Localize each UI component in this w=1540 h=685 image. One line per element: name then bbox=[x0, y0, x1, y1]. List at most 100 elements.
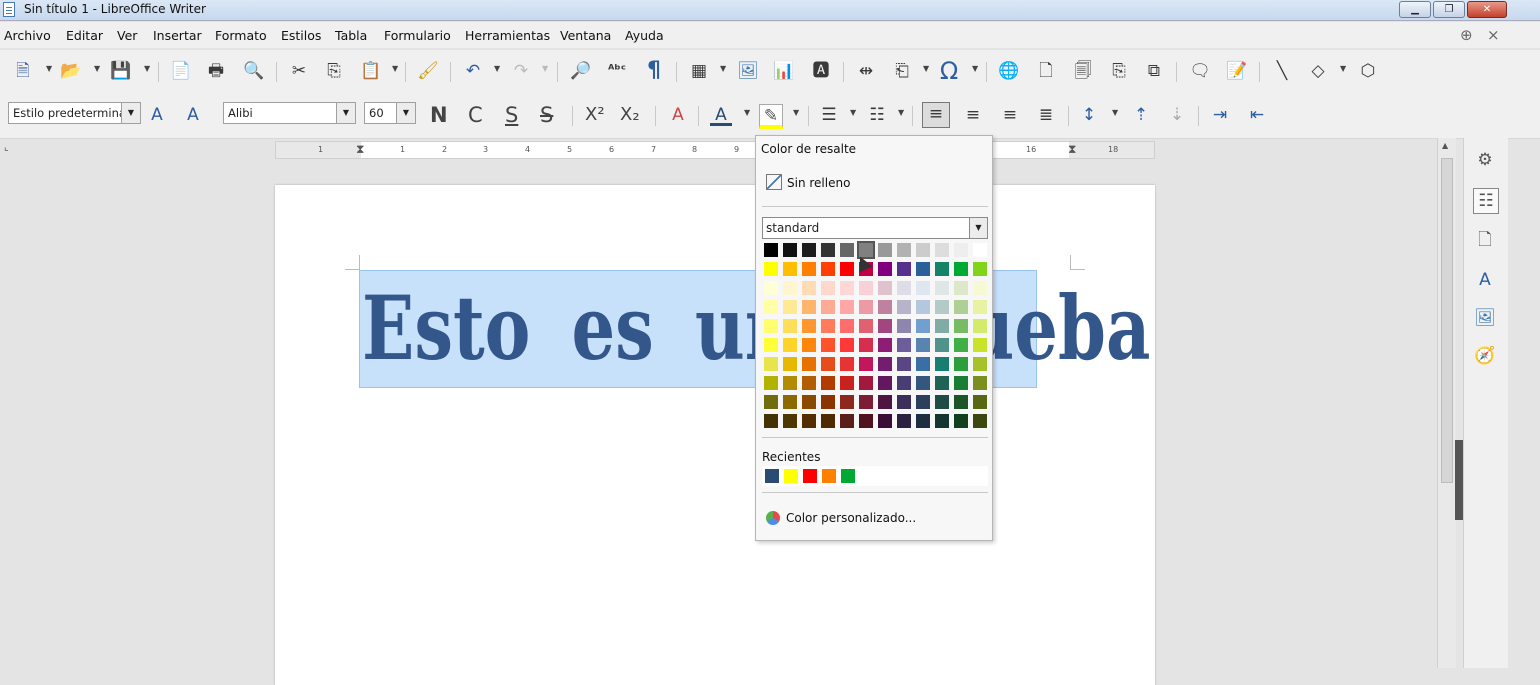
color-swatch[interactable] bbox=[878, 262, 892, 276]
color-swatch[interactable] bbox=[783, 300, 797, 314]
recent-color-swatch[interactable] bbox=[784, 469, 798, 483]
highlight-color-icon[interactable]: ✎ bbox=[759, 104, 783, 129]
color-swatch[interactable] bbox=[802, 414, 816, 428]
chevron-down-icon[interactable]: ▼ bbox=[850, 108, 856, 117]
color-swatch[interactable] bbox=[916, 300, 930, 314]
indent-marker-icon[interactable]: ⧗ bbox=[356, 142, 364, 157]
scrollbar-thumb[interactable] bbox=[1441, 158, 1453, 483]
copy-icon[interactable]: ⎘ bbox=[323, 60, 345, 82]
bullet-list-icon[interactable]: ☰ bbox=[818, 104, 840, 126]
color-swatch[interactable] bbox=[802, 243, 816, 257]
vertical-scrollbar[interactable]: ▲ bbox=[1437, 138, 1456, 668]
properties-icon[interactable]: ☷ bbox=[1473, 188, 1499, 214]
color-swatch[interactable] bbox=[973, 243, 987, 257]
align-center-icon[interactable]: ≡ bbox=[962, 104, 984, 126]
strikethrough-button[interactable]: S bbox=[540, 104, 553, 126]
color-swatch[interactable] bbox=[973, 414, 987, 428]
no-fill-button[interactable]: Sin relleno bbox=[766, 174, 850, 190]
color-swatch[interactable] bbox=[764, 319, 778, 333]
color-swatch[interactable] bbox=[935, 243, 949, 257]
export-pdf-icon[interactable]: 📄 bbox=[170, 60, 192, 82]
color-swatch[interactable] bbox=[954, 414, 968, 428]
color-swatch[interactable] bbox=[859, 319, 873, 333]
recent-color-swatch[interactable] bbox=[841, 469, 855, 483]
color-swatch[interactable] bbox=[802, 262, 816, 276]
insert-textbox-icon[interactable]: 🅰 bbox=[810, 60, 832, 82]
justify-icon[interactable]: ≣ bbox=[1035, 104, 1057, 126]
color-swatch[interactable] bbox=[916, 376, 930, 390]
color-swatch[interactable] bbox=[783, 243, 797, 257]
color-swatch[interactable] bbox=[821, 395, 835, 409]
recent-color-swatch[interactable] bbox=[765, 469, 779, 483]
color-swatch[interactable] bbox=[935, 338, 949, 352]
color-swatch[interactable] bbox=[916, 395, 930, 409]
chevron-down-icon[interactable]: ▼ bbox=[144, 64, 150, 73]
color-swatch[interactable] bbox=[973, 262, 987, 276]
align-left-icon[interactable]: ≡ bbox=[922, 102, 950, 128]
color-swatch[interactable] bbox=[954, 395, 968, 409]
restore-button[interactable]: ❐ bbox=[1433, 1, 1465, 18]
right-indent-marker-icon[interactable]: ⧗ bbox=[1068, 142, 1076, 157]
color-swatch[interactable] bbox=[840, 300, 854, 314]
menu-archivo[interactable]: Archivo bbox=[4, 28, 51, 43]
color-swatch[interactable] bbox=[897, 281, 911, 295]
color-swatch[interactable] bbox=[935, 319, 949, 333]
color-swatch[interactable] bbox=[840, 395, 854, 409]
chevron-down-icon[interactable]: ▼ bbox=[898, 108, 904, 117]
color-swatch[interactable] bbox=[954, 338, 968, 352]
gallery-icon[interactable]: 🖼 bbox=[1473, 306, 1497, 330]
paragraph-style-combo[interactable]: Estilo predetermina ▼ bbox=[8, 102, 141, 124]
color-swatch[interactable] bbox=[973, 395, 987, 409]
color-swatch[interactable] bbox=[935, 300, 949, 314]
color-swatch[interactable] bbox=[859, 414, 873, 428]
close-document-icon[interactable]: × bbox=[1487, 26, 1500, 44]
menu-insertar[interactable]: Insertar bbox=[153, 28, 202, 43]
color-swatch[interactable] bbox=[802, 395, 816, 409]
minimize-button[interactable]: ▁ bbox=[1399, 1, 1431, 18]
chevron-down-icon[interactable]: ▼ bbox=[396, 103, 415, 123]
save-icon[interactable]: 💾 bbox=[110, 60, 132, 82]
chevron-down-icon[interactable]: ▼ bbox=[972, 64, 978, 73]
color-swatch[interactable] bbox=[859, 395, 873, 409]
insert-field-icon[interactable]: ⎗ bbox=[891, 60, 913, 82]
print-icon[interactable]: 🖶 bbox=[205, 60, 227, 82]
palette-select[interactable]: standard ▼ bbox=[762, 217, 988, 239]
clear-formatting-icon[interactable]: A bbox=[667, 104, 689, 126]
color-swatch[interactable] bbox=[840, 243, 854, 257]
color-swatch[interactable] bbox=[859, 338, 873, 352]
menu-formulario[interactable]: Formulario bbox=[384, 28, 451, 43]
color-swatch[interactable] bbox=[897, 357, 911, 371]
color-swatch[interactable] bbox=[973, 338, 987, 352]
color-swatch[interactable] bbox=[802, 300, 816, 314]
color-swatch[interactable] bbox=[783, 357, 797, 371]
color-swatch[interactable] bbox=[954, 262, 968, 276]
color-swatch[interactable] bbox=[973, 300, 987, 314]
endnote-icon[interactable]: 🗐 bbox=[1072, 60, 1094, 82]
color-swatch[interactable] bbox=[935, 395, 949, 409]
navigator-icon[interactable]: 🧭 bbox=[1473, 344, 1497, 368]
color-swatch[interactable] bbox=[821, 319, 835, 333]
line-spacing-icon[interactable]: ↕ bbox=[1078, 104, 1100, 126]
color-swatch[interactable] bbox=[973, 357, 987, 371]
color-swatch[interactable] bbox=[935, 414, 949, 428]
color-swatch[interactable] bbox=[878, 395, 892, 409]
subscript-button[interactable]: X₂ bbox=[620, 104, 640, 126]
color-swatch[interactable] bbox=[840, 376, 854, 390]
chevron-down-icon[interactable]: ▼ bbox=[121, 103, 140, 123]
color-swatch[interactable] bbox=[840, 262, 854, 276]
bookmark-icon[interactable]: ⎘ bbox=[1108, 60, 1130, 82]
chevron-down-icon[interactable]: ▼ bbox=[46, 64, 52, 73]
scroll-up-icon[interactable]: ▲ bbox=[1442, 141, 1448, 150]
menu-herramientas[interactable]: Herramientas bbox=[465, 28, 550, 43]
color-swatch[interactable] bbox=[935, 376, 949, 390]
menu-editar[interactable]: Editar bbox=[66, 28, 103, 43]
comment-icon[interactable]: 🗨 bbox=[1189, 60, 1211, 82]
color-swatch[interactable] bbox=[764, 414, 778, 428]
color-swatch[interactable] bbox=[821, 338, 835, 352]
color-swatch[interactable] bbox=[802, 281, 816, 295]
color-swatch[interactable] bbox=[840, 281, 854, 295]
color-swatch[interactable] bbox=[783, 262, 797, 276]
new-style-icon[interactable]: A bbox=[182, 104, 204, 126]
styles-icon[interactable]: A bbox=[1473, 268, 1497, 292]
font-size-combo[interactable]: 60 ▼ bbox=[364, 102, 416, 124]
